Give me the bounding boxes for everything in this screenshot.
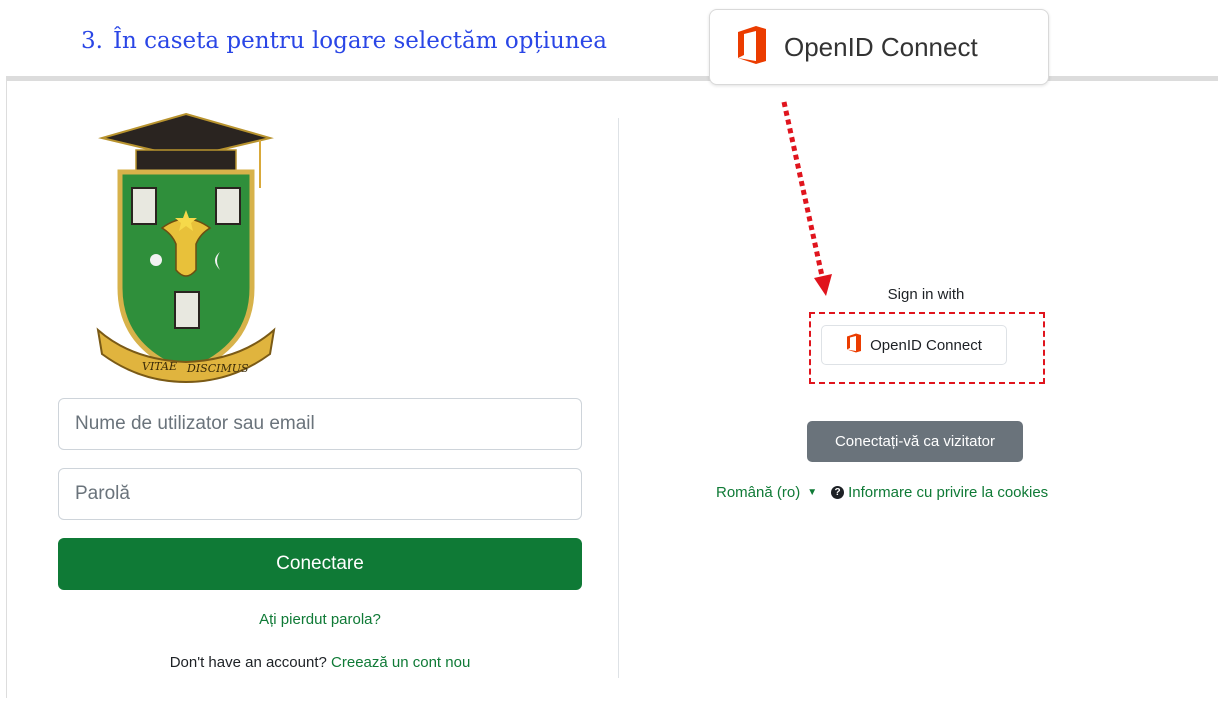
cookies-link[interactable]: ? Informare cu privire la cookies bbox=[831, 484, 1048, 501]
column-divider bbox=[618, 118, 619, 678]
logo-motto-left: VITAE bbox=[142, 360, 177, 373]
cookies-label: Informare cu privire la cookies bbox=[848, 484, 1049, 501]
sign-in-with-heading: Sign in with bbox=[887, 286, 965, 303]
guest-login-button[interactable]: Conectați-vă ca vizitator bbox=[807, 421, 1023, 462]
create-account-link[interactable]: Creează un cont nou bbox=[331, 654, 470, 671]
instruction-text: În caseta pentru logare selectăm opțiune… bbox=[112, 28, 607, 54]
callout-label: OpenID Connect bbox=[784, 31, 978, 62]
step-number: 3. bbox=[81, 28, 103, 54]
signup-prompt: Don't have an account? bbox=[169, 654, 327, 671]
office-icon bbox=[736, 25, 768, 70]
language-selector[interactable]: Română (ro) ▼ bbox=[716, 484, 817, 501]
university-logo: VITAE DISCIMUS bbox=[92, 110, 280, 390]
language-label: Română (ro) bbox=[716, 484, 801, 501]
username-input[interactable] bbox=[58, 398, 582, 450]
openid-callout: OpenID Connect bbox=[709, 9, 1049, 85]
chevron-down-icon: ▼ bbox=[807, 487, 818, 498]
pointer-arrow bbox=[781, 101, 832, 296]
card-left-border bbox=[6, 80, 7, 698]
openid-connect-button[interactable]: OpenID Connect bbox=[821, 325, 1007, 365]
password-input[interactable] bbox=[58, 468, 582, 520]
question-circle-icon: ? bbox=[831, 486, 845, 499]
openid-connect-label: OpenID Connect bbox=[870, 336, 982, 354]
office-icon bbox=[846, 333, 862, 357]
forgot-password-link[interactable]: Ați pierdut parola? bbox=[58, 611, 582, 628]
signup-line: Don't have an account? Creează un cont n… bbox=[58, 654, 582, 671]
logo-motto-right: DISCIMUS bbox=[186, 362, 249, 375]
instruction-heading: 3. În caseta pentru logare selectăm opțiu… bbox=[81, 28, 607, 54]
login-button[interactable]: Conectare bbox=[58, 538, 582, 590]
footer-links: Română (ro) ▼ ? Informare cu privire la … bbox=[716, 484, 1048, 501]
